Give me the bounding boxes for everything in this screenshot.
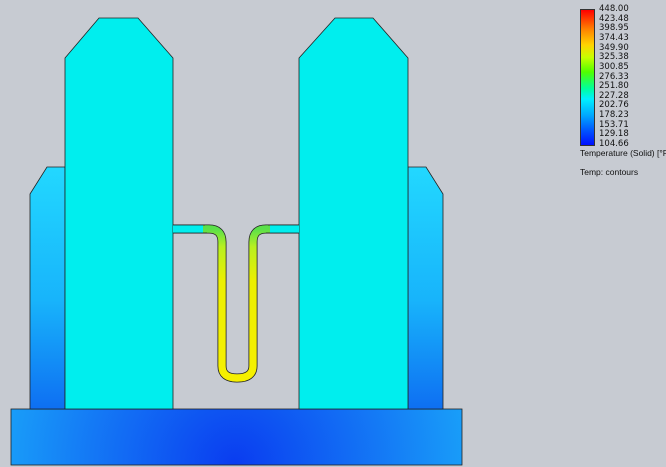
legend-quantity: Temperature (Solid) [°F] (580, 148, 666, 158)
legend-plot-type: Temp: contours (580, 167, 639, 177)
legend-tick: 178.23 (599, 110, 629, 121)
legend-tick: 325.38 (599, 52, 629, 63)
left-side-wall (29, 166, 66, 410)
legend-tick: 374.43 (599, 32, 629, 43)
legend-tick: 276.33 (599, 71, 629, 82)
legend-tick: 251.80 (599, 81, 629, 92)
legend-tick: 349.90 (599, 42, 629, 53)
base-plate (10, 408, 463, 466)
legend-tick: 153.71 (599, 119, 629, 130)
legend-tick: 227.28 (599, 90, 629, 101)
right-block (298, 17, 409, 410)
color-legend: 448.00 423.48 398.95 374.43 349.90 325.38 300.… (575, 4, 666, 205)
u-channel (173, 225, 299, 382)
legend-tick: 300.85 (599, 61, 629, 72)
model-viewport[interactable] (0, 0, 666, 467)
color-scale-bar (580, 9, 595, 146)
right-side-wall (407, 166, 444, 410)
legend-tick: 423.48 (599, 13, 629, 24)
u-channel-left-stub (173, 225, 203, 233)
legend-tick: 129.18 (599, 129, 629, 140)
legend-tick: 398.95 (599, 23, 629, 34)
left-block (64, 17, 174, 410)
legend-tick: 202.76 (599, 100, 629, 111)
u-channel-outline (173, 224, 299, 383)
legend-tick: 448.00 (599, 4, 629, 14)
u-channel-right-stub (270, 225, 299, 233)
